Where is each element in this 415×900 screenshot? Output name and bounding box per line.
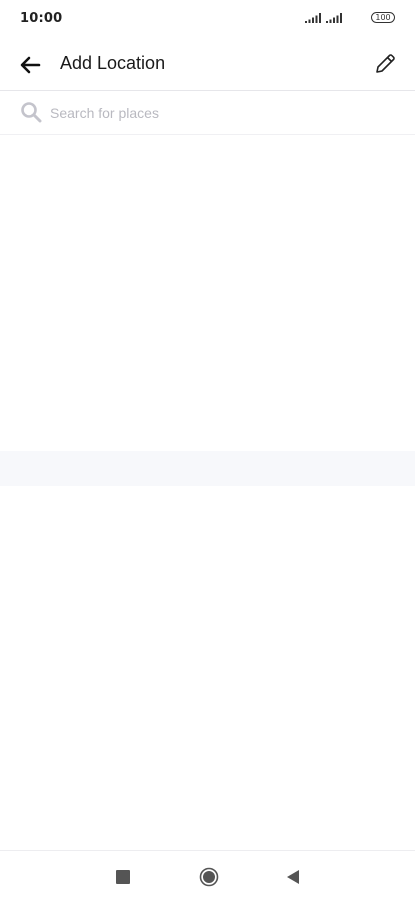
add-location-screen: 10:00 100 Add Location <box>0 0 415 900</box>
search-bar <box>0 91 415 135</box>
search-input[interactable] <box>50 101 390 125</box>
signal-icon <box>305 13 321 23</box>
back-arrow-icon[interactable] <box>19 54 41 76</box>
home-circle-icon[interactable] <box>199 867 219 887</box>
section-divider <box>0 451 415 486</box>
results-list <box>0 135 415 451</box>
back-triangle-icon[interactable] <box>286 869 300 885</box>
system-nav-bar <box>0 850 415 900</box>
status-bar: 10:00 100 <box>0 0 415 38</box>
pencil-icon[interactable] <box>373 52 397 76</box>
battery-icon: 100 <box>371 12 395 23</box>
status-time: 10:00 <box>20 11 63 26</box>
battery-level: 100 <box>375 13 391 22</box>
search-icon <box>21 102 42 123</box>
signal-icon <box>326 13 342 23</box>
app-bar: Add Location <box>0 38 415 91</box>
page-title: Add Location <box>60 53 166 73</box>
recents-square-icon[interactable] <box>116 870 130 884</box>
content-area <box>0 486 415 850</box>
